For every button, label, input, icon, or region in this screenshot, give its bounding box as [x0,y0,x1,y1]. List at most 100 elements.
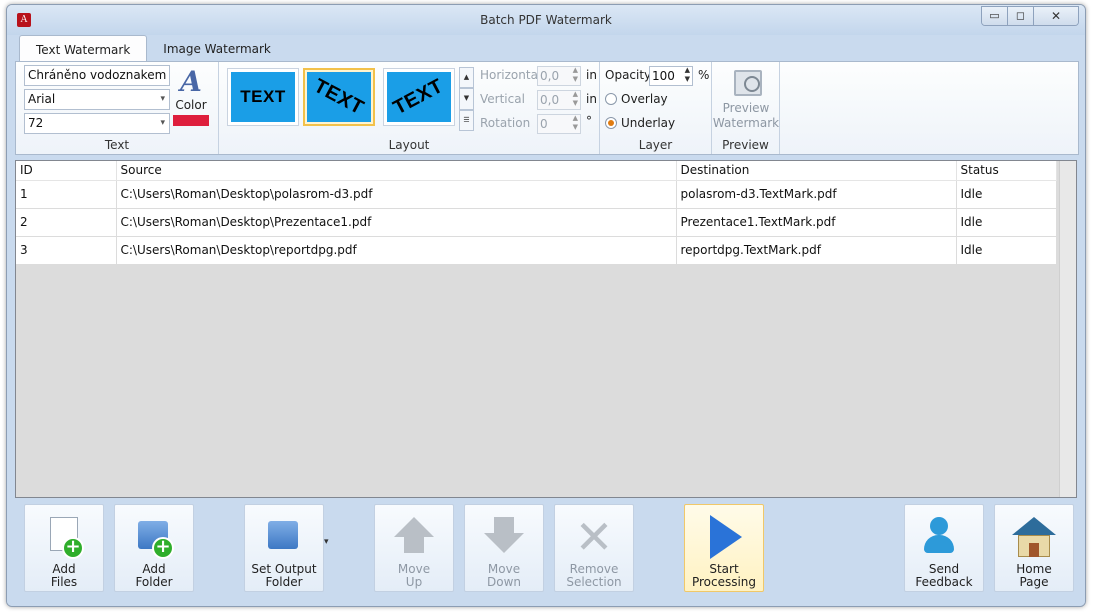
font-select[interactable]: Arial [24,89,170,110]
preset-text: TEXT [390,74,448,119]
add-folder-icon: + [132,515,176,559]
tab-text-watermark[interactable]: Text Watermark [19,35,148,61]
file-table: ID Source Destination Status 1 C:\Users\… [16,161,1057,265]
ribbon: Chráněno vodoznakem Arial 72 A Color Tex… [15,61,1079,155]
feedback-label-2: Feedback [915,575,973,589]
cell-id: 3 [16,236,117,265]
rotation-value: 0 [540,117,548,131]
table-header: ID Source Destination Status [16,161,1057,181]
layer-group: Opacity 100 ▲ ▼ % Overlay Underlay Layer [600,62,712,154]
layout-preset-diagonal-up[interactable]: TEXT [383,68,455,126]
overlay-label: Overlay [621,92,668,106]
spin-arrows-icon: ▲ ▼ [572,66,578,83]
radio-selected-icon [605,117,617,129]
magnifier-icon [730,68,762,98]
move-up-button[interactable]: Move Up [374,504,454,592]
cell-status: Idle [956,208,1057,237]
set-output-label-2: Folder [265,575,303,589]
vertical-unit: in [586,92,597,106]
column-header-id[interactable]: ID [16,161,117,181]
bottom-toolbar: + Add Files + Add Folder Set Output Fold… [7,499,1085,606]
cell-destination: Prezentace1.TextMark.pdf [676,208,957,237]
preview-label-line1: Preview [722,101,770,115]
font-size-select[interactable]: 72 [24,113,170,134]
layer-group-label: Layer [638,138,673,152]
grid-scrollbar[interactable] [1059,161,1076,497]
add-file-icon: + [42,515,86,559]
add-files-label-2: Files [50,575,78,589]
gallery-up-icon[interactable]: ▲ [459,67,474,89]
output-folder-icon [262,515,306,559]
maximize-button[interactable]: ◻ [1008,7,1034,25]
cell-id: 1 [16,180,117,209]
set-output-folder-button[interactable]: Set Output Folder [244,504,324,592]
opacity-unit: % [698,68,710,82]
vertical-input[interactable]: 0,0 ▲ ▼ [537,90,581,110]
app-window: A Batch PDF Watermark ▭ ◻ ✕ Text Waterma… [6,4,1086,607]
rotation-unit: ° [586,114,592,128]
move-up-label-2: Up [405,575,423,589]
remove-selection-button[interactable]: ✕ Remove Selection [554,504,634,592]
title-bar: A Batch PDF Watermark ▭ ◻ ✕ [7,5,1085,35]
layout-group-label: Layout [388,138,430,152]
spin-arrows-icon: ▲ ▼ [572,114,578,131]
table-row[interactable]: 3 C:\Users\Roman\Desktop\reportdpg.pdf r… [16,236,1057,265]
cell-destination: polasrom-d3.TextMark.pdf [676,180,957,209]
preview-group: Preview Watermark Preview [712,62,780,154]
ribbon-tabs: Text Watermark Image Watermark [19,35,287,61]
file-grid[interactable]: ID Source Destination Status 1 C:\Users\… [15,160,1077,498]
home-page-button[interactable]: Home Page [994,504,1074,592]
table-row[interactable]: 2 C:\Users\Roman\Desktop\Prezentace1.pdf… [16,208,1057,237]
underlay-radio[interactable]: Underlay [605,116,675,130]
window-title: Batch PDF Watermark [480,13,612,27]
color-label: Color [175,98,207,112]
cell-source: C:\Users\Roman\Desktop\reportdpg.pdf [116,236,677,265]
color-swatch [173,115,209,126]
home-icon [1012,515,1056,559]
start-label-2: Processing [691,575,757,589]
table-row[interactable]: 1 C:\Users\Roman\Desktop\polasrom-d3.pdf… [16,180,1057,209]
cell-source: C:\Users\Roman\Desktop\Prezentace1.pdf [116,208,677,237]
cell-status: Idle [956,180,1057,209]
arrow-up-icon [392,515,436,559]
column-header-status[interactable]: Status [956,161,1057,181]
color-pen-icon: A [180,65,202,98]
column-header-source[interactable]: Source [116,161,677,181]
remove-x-icon: ✕ [574,510,614,564]
minimize-button[interactable]: ▭ [982,7,1008,25]
close-button[interactable]: ✕ [1034,7,1078,25]
move-down-button[interactable]: Move Down [464,504,544,592]
preview-watermark-button[interactable]: Preview Watermark [712,68,780,131]
remove-label-2: Selection [566,575,622,589]
add-folder-button[interactable]: + Add Folder [114,504,194,592]
tab-image-watermark[interactable]: Image Watermark [147,35,287,61]
layout-preset-horizontal[interactable]: TEXT [227,68,299,126]
column-header-destination[interactable]: Destination [676,161,957,181]
color-button[interactable]: A Color [172,66,210,134]
horizontal-unit: in [586,68,597,82]
play-icon [702,515,746,559]
rotation-label: Rotation [480,116,531,130]
text-group-label: Text [104,138,130,152]
opacity-input[interactable]: 100 ▲ ▼ [649,66,693,86]
start-processing-button[interactable]: Start Processing [684,504,764,592]
text-group: Chráněno vodoznakem Arial 72 A Color Tex… [16,62,219,154]
horizontal-input[interactable]: 0,0 ▲ ▼ [537,66,581,86]
watermark-text-input[interactable]: Chráněno vodoznakem [24,65,170,86]
preset-text: TEXT [240,87,286,106]
preview-label-line2: Watermark [712,116,780,130]
gallery-down-icon[interactable]: ▼ [459,88,474,110]
overlay-radio[interactable]: Overlay [605,92,668,106]
underlay-label: Underlay [621,116,676,130]
cell-id: 2 [16,208,117,237]
output-options-chevron-down-icon[interactable]: ▾ [324,537,329,547]
layout-preset-diagonal-down[interactable]: TEXT [303,68,375,126]
user-feedback-icon [922,515,966,559]
rotation-input[interactable]: 0 ▲ ▼ [537,114,581,134]
arrow-down-icon [482,515,526,559]
gallery-more-icon[interactable]: ☰ [459,109,474,131]
home-label-2: Page [1019,575,1049,589]
cell-status: Idle [956,236,1057,265]
add-files-button[interactable]: + Add Files [24,504,104,592]
send-feedback-button[interactable]: Send Feedback [904,504,984,592]
